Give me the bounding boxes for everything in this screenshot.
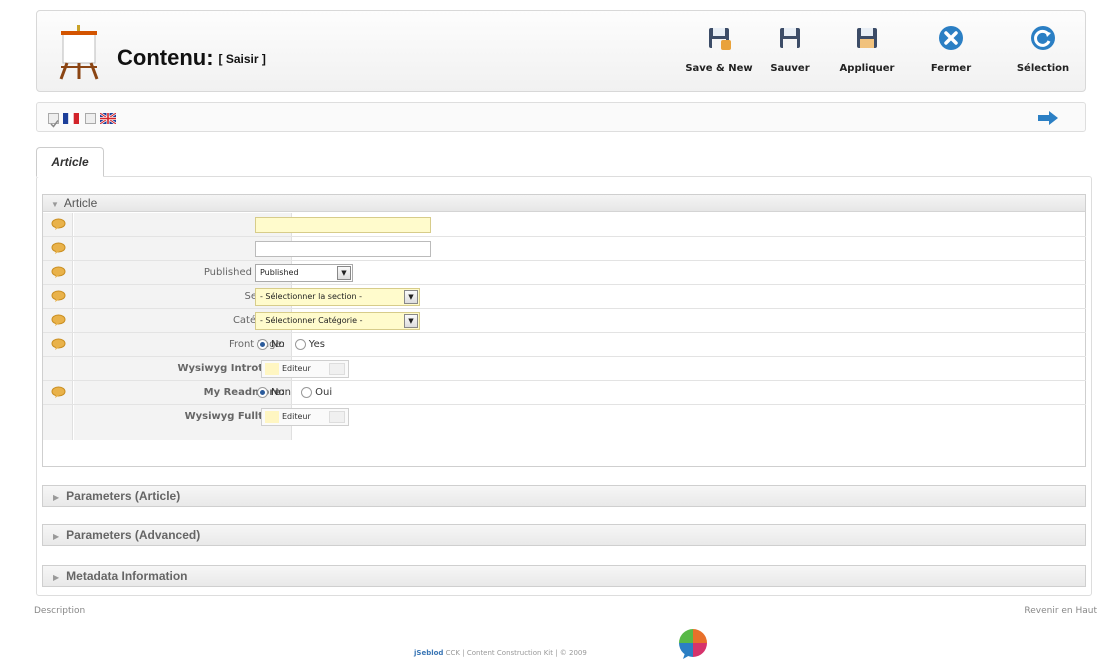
page-title-main: Contenu: [117, 45, 214, 70]
wysiwyg-introtext-label: Wysiwyg Introtext: [74, 357, 292, 380]
section-select[interactable]: - Sélectionner la section - ▼ [255, 288, 420, 306]
lang-fr-checkbox[interactable] [48, 113, 59, 128]
field-row-wysiwyg-introtext: Wysiwyg Introtext: Editeur [43, 357, 1086, 381]
lang-en-checkbox[interactable] [85, 113, 96, 124]
selection-button[interactable]: Sélection [1003, 23, 1083, 83]
save-button[interactable]: Sauver [750, 23, 830, 83]
france-flag-icon [63, 113, 79, 124]
chevron-down-icon: ▼ [404, 290, 418, 304]
field-row-published-state: Published State: Published ▼ [43, 261, 1086, 285]
my-readmore-oui-radio[interactable] [301, 387, 313, 398]
introtext-editor-button[interactable]: Editeur [261, 360, 349, 378]
close-button[interactable]: Fermer [911, 23, 991, 83]
apply-icon [857, 28, 877, 48]
caret-right-icon: ▶ [53, 493, 60, 502]
language-bar [36, 102, 1086, 132]
description-link[interactable]: Description [34, 606, 85, 616]
save-label: Sauver [770, 63, 810, 74]
chevron-down-icon: ▼ [337, 266, 351, 280]
save-icon [780, 28, 800, 48]
article-section-header[interactable]: ▼ Article [43, 195, 1085, 212]
toolbar: Contenu: [ Saisir ] Save & New Sauver App… [36, 10, 1086, 92]
field-row-wysiwyg-fulltext: Wysiwyg Fulltext: Editeur [43, 405, 1086, 440]
published-state-select[interactable]: Published ▼ [255, 264, 353, 282]
page-title-sub: [ Saisir ] [218, 52, 266, 66]
credit-brand[interactable]: jSeblod [414, 649, 443, 657]
tab-article[interactable]: Article [36, 147, 104, 177]
uk-flag-icon [100, 113, 116, 124]
save-new-label: Save & New [685, 63, 753, 74]
close-icon [939, 26, 963, 50]
panel-metadata-information[interactable]: ▶ Metadata Information [42, 565, 1086, 587]
panel-parameters-advanced-title: Parameters (Advanced) [66, 528, 201, 542]
front-page-no-label: No [271, 339, 285, 350]
field-row-my-readmore: My Readmore: Non Oui [43, 381, 1086, 405]
field-row-categorie: Catégorie: - Sélectionner Catégorie -▼ [43, 309, 1086, 333]
published-state-value: Published [260, 268, 299, 277]
tooltip-icon[interactable] [51, 218, 66, 230]
fulltext-editor-label: Editeur [282, 412, 311, 421]
back-to-top-link[interactable]: Revenir en Haut [1024, 606, 1097, 616]
front-page-no-radio[interactable] [257, 339, 268, 350]
section-value: - Sélectionner la section - [260, 292, 363, 301]
tooltip-icon[interactable] [51, 338, 66, 350]
categorie-select[interactable]: - Sélectionner Catégorie - ▼ [255, 312, 420, 330]
apply-label: Appliquer [839, 63, 895, 74]
my-readmore-oui-label: Oui [315, 387, 333, 398]
caret-right-icon: ▶ [53, 532, 60, 541]
panel-parameters-advanced[interactable]: ▶ Parameters (Advanced) [42, 524, 1086, 546]
my-readmore-non-radio[interactable] [257, 387, 268, 398]
tooltip-icon[interactable] [51, 386, 66, 398]
front-page-radio-group: No Yes [257, 339, 332, 351]
save-new-icon [709, 28, 731, 50]
tooltip-icon[interactable] [51, 290, 66, 302]
introtext-editor-label: Editeur [282, 364, 311, 373]
article-section: ▼Article Titre: Alias: Published State: … [42, 194, 1086, 467]
article-section-title: Article [63, 196, 98, 210]
close-label: Fermer [930, 63, 972, 74]
panel-metadata-information-title: Metadata Information [66, 569, 188, 583]
page-title: Contenu: [ Saisir ] [117, 45, 266, 71]
check-icon [50, 120, 59, 128]
credit-text: CCK | Content Construction Kit | © 2009 [445, 649, 587, 657]
my-readmore-radio-group: Non Oui [257, 387, 339, 399]
field-row-alias: Alias: [43, 237, 1086, 261]
my-readmore-non-label: Non [271, 387, 291, 398]
fulltext-editor-button[interactable]: Editeur [261, 408, 349, 426]
panel-parameters-article-title: Parameters (Article) [66, 489, 181, 503]
refresh-icon [1031, 26, 1055, 50]
save-new-button[interactable]: Save & New [679, 23, 759, 83]
tooltip-icon[interactable] [51, 266, 66, 278]
front-page-yes-radio[interactable] [294, 339, 306, 350]
alias-input[interactable] [255, 241, 431, 257]
tooltip-icon[interactable] [51, 242, 66, 254]
caret-right-icon: ▶ [53, 573, 60, 582]
field-row-titre: Titre: [43, 213, 1086, 237]
chevron-down-icon: ▼ [404, 314, 418, 328]
categorie-value: - Sélectionner Catégorie - [260, 316, 363, 325]
front-page-yes-label: Yes [308, 339, 325, 350]
footer-credit: jSeblod CCK | Content Construction Kit |… [414, 649, 587, 657]
easel-article-icon [59, 25, 99, 80]
panel-parameters-article[interactable]: ▶ Parameters (Article) [42, 485, 1086, 507]
arrow-right-icon[interactable] [1037, 110, 1059, 126]
seblod-logo-icon [679, 629, 707, 659]
apply-button[interactable]: Appliquer [827, 23, 907, 83]
field-row-front-page: Front Page: No Yes [43, 333, 1086, 357]
caret-down-icon: ▼ [51, 200, 59, 209]
titre-input[interactable] [255, 217, 431, 233]
selection-label: Sélection [1016, 63, 1070, 74]
wysiwyg-fulltext-label: Wysiwyg Fulltext: [74, 405, 292, 440]
field-row-section: Section: - Sélectionner la section -▼ [43, 285, 1086, 309]
tooltip-icon[interactable] [51, 314, 66, 326]
